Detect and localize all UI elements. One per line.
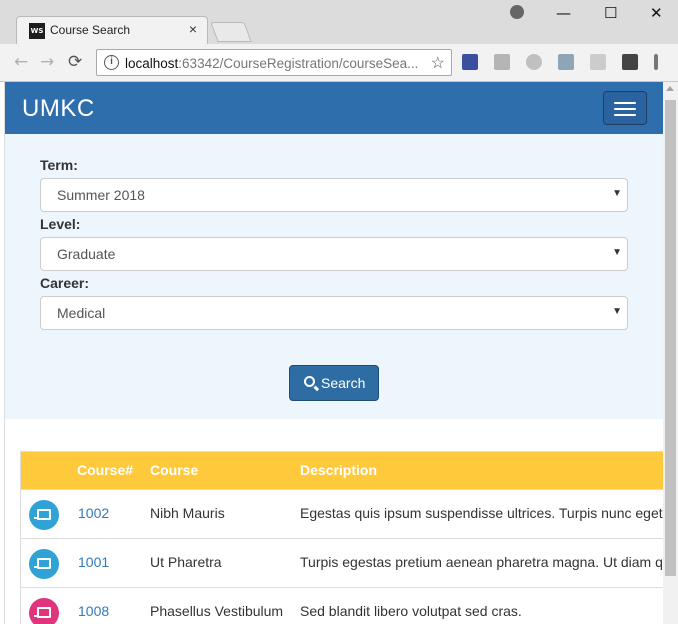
course-description: Turpis egestas pretium aenean pharetra m… [300,554,663,570]
table-row[interactable]: 1008 Phasellus Vestibulum Sed blandit li… [21,587,663,624]
minimize-icon[interactable]: — [556,4,571,22]
search-form: Term: Summer 2018 ▼ Level: Graduate ▼ Ca… [5,134,663,419]
browser-tabstrip: WS Course Search × — ☐ ✕ [0,0,678,44]
scrollbar-thumb[interactable] [665,100,676,576]
header-course-number: Course# [77,462,134,478]
course-name: Nibh Mauris [150,505,225,521]
forward-arrow-icon[interactable]: → [40,52,54,72]
course-number-link[interactable]: 1008 [78,603,109,619]
hamburger-icon [614,102,636,104]
presentation-icon [29,500,59,530]
scroll-up-arrow-icon[interactable] [666,86,674,91]
course-name: Phasellus Vestibulum [150,603,284,619]
term-select[interactable]: Summer 2018 ▼ [40,178,628,212]
extension-chart-icon[interactable] [494,54,510,70]
course-table: Course# Course Description 1002 Nibh Mau… [20,451,663,624]
browser-tab[interactable]: WS Course Search × [16,16,208,44]
table-row[interactable]: 1001 Ut Pharetra Turpis egestas pretium … [21,538,663,587]
eyedropper-icon[interactable] [622,54,638,70]
browser-toolbar: ← → ⟳ i localhost:63342/CourseRegistrati… [0,44,678,82]
presentation-icon [29,549,59,579]
page-scrollbar[interactable] [663,82,678,624]
level-label: Level: [40,216,81,232]
profile-icon[interactable] [510,5,524,19]
info-icon[interactable]: i [104,55,119,70]
zotero-icon[interactable] [462,54,478,70]
course-number-link[interactable]: 1002 [78,505,109,521]
term-label: Term: [40,157,78,173]
close-window-icon[interactable]: ✕ [650,4,663,22]
career-value: Medical [57,305,106,321]
reload-icon[interactable]: ⟳ [68,52,82,72]
term-value: Summer 2018 [57,187,145,203]
course-name: Ut Pharetra [150,554,222,570]
level-value: Graduate [57,246,116,262]
bookmark-star-icon[interactable]: ☆ [431,53,445,73]
navbar: UMKC [5,82,663,134]
extension-clock-icon[interactable] [526,54,542,70]
course-number-link[interactable]: 1001 [78,554,109,570]
tab-close-icon[interactable]: × [189,21,197,37]
navbar-toggle-button[interactable] [603,91,647,125]
level-select[interactable]: Graduate ▼ [40,237,628,271]
chevron-down-icon: ▼ [612,188,622,199]
course-description: Sed blandit libero volutpat sed cras. [300,603,522,619]
new-tab-button[interactable] [210,22,252,42]
header-description: Description [300,462,378,478]
download-icon[interactable] [558,54,574,70]
chevron-down-icon: ▼ [612,306,622,317]
chevron-down-icon: ▼ [612,247,622,258]
url-text: localhost:63342/CourseRegistration/cours… [125,56,419,71]
course-description: Egestas quis ipsum suspendisse ultrices.… [300,505,663,521]
table-header: Course# Course Description [21,451,663,489]
brand-logo-text[interactable]: UMKC [22,95,95,123]
back-arrow-icon[interactable]: ← [14,52,28,72]
career-select[interactable]: Medical ▼ [40,296,628,330]
career-label: Career: [40,275,90,291]
extension-box-icon[interactable] [590,54,606,70]
search-icon [304,376,315,387]
menu-dots-icon[interactable] [654,54,658,70]
webstorm-icon: WS [29,23,45,39]
maximize-icon[interactable]: ☐ [604,4,617,22]
header-course: Course [150,462,199,478]
pink-course-icon [29,598,59,624]
address-bar[interactable]: i localhost:63342/CourseRegistration/cou… [96,49,452,76]
search-button[interactable]: Search [289,365,379,401]
page-viewport: UMKC Term: Summer 2018 ▼ Level: Graduate… [5,82,663,624]
search-button-label: Search [321,375,366,391]
tab-title: Course Search [50,23,131,37]
table-row[interactable]: 1002 Nibh Mauris Egestas quis ipsum susp… [21,489,663,538]
